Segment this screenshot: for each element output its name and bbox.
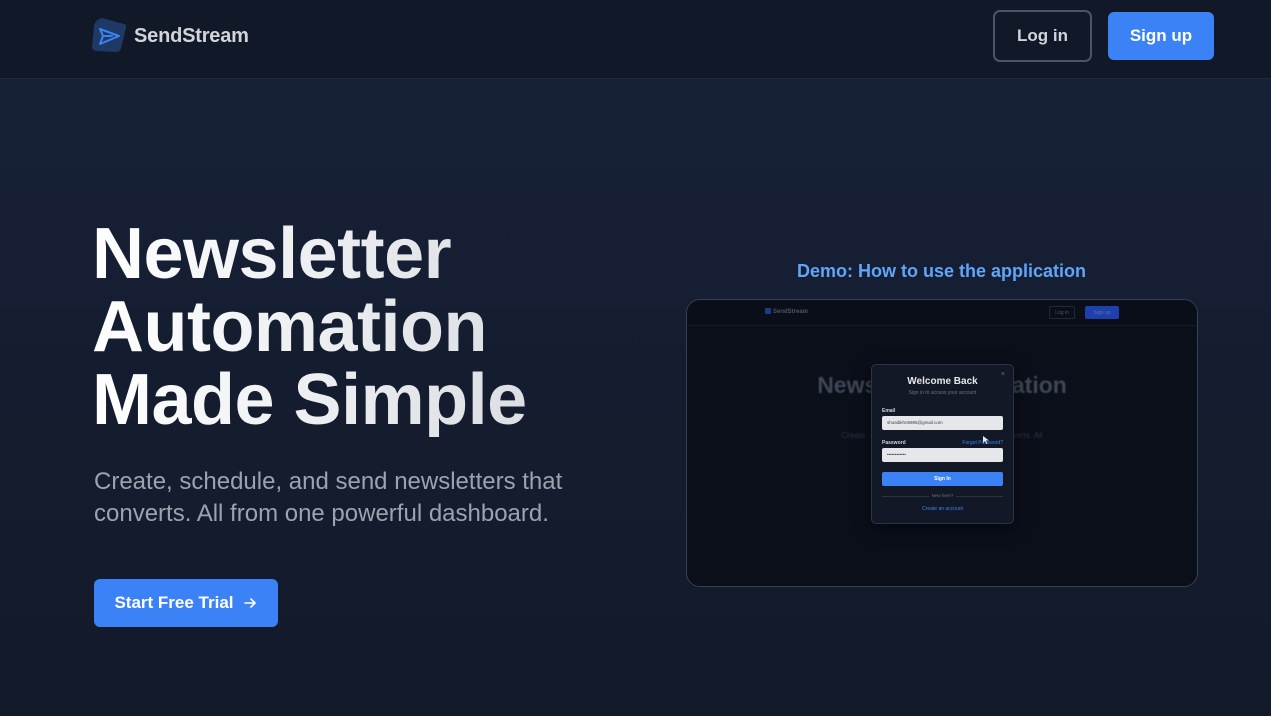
login-button[interactable]: Log in bbox=[993, 10, 1092, 62]
video-login-modal: × Welcome Back Sign in to access your ac… bbox=[871, 364, 1014, 524]
hero-title: Newsletter Automation Made Simple bbox=[92, 218, 652, 437]
video-password-field: •••••••••••• bbox=[882, 448, 1003, 462]
brand-name: SendStream bbox=[134, 24, 249, 47]
demo-title: Demo: How to use the application bbox=[796, 261, 1087, 281]
video-signup-button: Sign up bbox=[1085, 306, 1119, 319]
video-create-account-link: Create an account bbox=[922, 506, 963, 512]
start-free-trial-button[interactable]: Start Free Trial bbox=[94, 579, 278, 627]
hero-title-line-3: Made Simple bbox=[92, 360, 527, 440]
paper-plane-logo-icon bbox=[92, 18, 127, 52]
video-login-button: Log in bbox=[1049, 306, 1075, 319]
video-new-here-text: New here? bbox=[928, 493, 957, 498]
signup-button[interactable]: Sign up bbox=[1108, 12, 1214, 60]
video-modal-title: Welcome Back bbox=[907, 376, 978, 387]
video-new-here: New here? bbox=[872, 493, 1013, 498]
video-nav: SendStream Log in Sign up bbox=[687, 300, 1197, 326]
hero-title-line-1: Newsletter bbox=[92, 214, 452, 294]
top-nav: SendStream Log in Sign up bbox=[0, 0, 1271, 79]
video-email-field: shoaibkhn6985@gmail.com bbox=[882, 416, 1003, 430]
arrow-right-icon bbox=[243, 598, 256, 608]
demo-video[interactable]: SendStream Log in Sign up Newsletter Aut… bbox=[686, 299, 1198, 587]
hero-subtitle: Create, schedule, and send newsletters t… bbox=[94, 468, 563, 527]
hero-title-line-2: Automation bbox=[92, 287, 487, 367]
video-password-label: Password bbox=[882, 440, 906, 446]
cursor-icon bbox=[983, 436, 989, 444]
video-email-label: Email bbox=[882, 408, 896, 414]
video-signin-button: Sign In bbox=[882, 472, 1003, 486]
video-modal-subtitle: Sign in to access your account bbox=[908, 390, 977, 396]
start-free-trial-label: Start Free Trial bbox=[114, 593, 234, 612]
brand-link[interactable]: SendStream bbox=[90, 16, 249, 56]
video-brand: SendStream bbox=[765, 308, 808, 315]
